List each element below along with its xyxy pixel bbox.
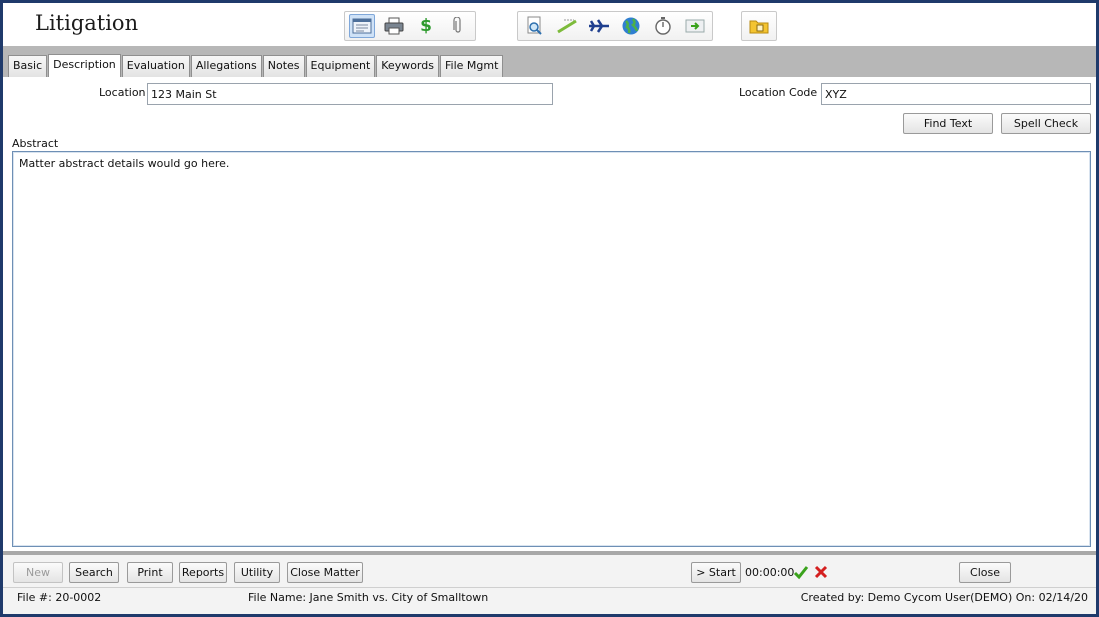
- check-icon[interactable]: [793, 564, 809, 583]
- globe-icon[interactable]: [618, 14, 644, 38]
- location-code-field[interactable]: [821, 83, 1091, 105]
- file-name: File Name: Jane Smith vs. City of Smallt…: [248, 591, 489, 604]
- toolbar-group-tools: [517, 11, 713, 41]
- pen-icon[interactable]: [554, 14, 580, 38]
- created-by: Created by: Demo Cycom User(DEMO) On: 02…: [800, 591, 1088, 604]
- dollar-icon[interactable]: $: [413, 14, 439, 38]
- location-field[interactable]: [147, 83, 553, 105]
- tab-description[interactable]: Description: [48, 54, 121, 77]
- abstract-textarea[interactable]: Matter abstract details would go here.: [12, 151, 1091, 547]
- tab-file-mgmt[interactable]: File Mgmt: [439, 55, 504, 77]
- tab-basic[interactable]: Basic: [8, 55, 48, 77]
- tab-keywords[interactable]: Keywords: [376, 55, 439, 77]
- tab-allegations[interactable]: Allegations: [190, 55, 262, 77]
- action-bar: New Search Print Reports Utility Close M…: [3, 551, 1096, 587]
- app-window: Litigation $ Basic Description Evaluatio…: [0, 0, 1099, 617]
- tabs: Basic Description Evaluation Allegations…: [8, 54, 504, 77]
- close-matter-button[interactable]: Close Matter: [287, 562, 363, 583]
- tab-notes[interactable]: Notes: [262, 55, 305, 77]
- location-code-label: Location Code: [739, 86, 818, 99]
- file-number: File #: 20-0002: [17, 591, 102, 604]
- utility-button[interactable]: Utility: [234, 562, 280, 583]
- document-search-icon[interactable]: [522, 14, 548, 38]
- paperclip-icon[interactable]: [445, 14, 471, 38]
- timer-display: 00:00:00: [745, 566, 795, 579]
- new-button[interactable]: New: [13, 562, 63, 583]
- folder-lock-icon[interactable]: [746, 14, 772, 38]
- header: Litigation $: [3, 3, 1096, 45]
- close-button[interactable]: Close: [959, 562, 1011, 583]
- abstract-text: Matter abstract details would go here.: [19, 157, 230, 170]
- airplane-icon[interactable]: [586, 14, 612, 38]
- app-title: Litigation: [35, 11, 139, 35]
- print-button[interactable]: Print: [127, 562, 173, 583]
- cancel-x-icon[interactable]: [813, 564, 829, 583]
- status-bar: File #: 20-0002 File Name: Jane Smith vs…: [3, 587, 1096, 614]
- toolbar-group-secure: [741, 11, 777, 41]
- find-text-button[interactable]: Find Text: [903, 113, 993, 134]
- reports-button[interactable]: Reports: [179, 562, 227, 583]
- toolbar-group-main: $: [344, 11, 476, 41]
- tab-evaluation[interactable]: Evaluation: [121, 55, 190, 77]
- search-button[interactable]: Search: [69, 562, 119, 583]
- tab-equipment[interactable]: Equipment: [305, 55, 376, 77]
- export-icon[interactable]: [682, 14, 708, 38]
- description-panel: Location Location Code Find Text Spell C…: [3, 77, 1096, 549]
- stopwatch-icon[interactable]: [650, 14, 676, 38]
- form-view-icon[interactable]: [349, 14, 375, 38]
- location-label: Location: [99, 86, 146, 99]
- start-timer-button[interactable]: > Start: [691, 562, 741, 583]
- abstract-label: Abstract: [12, 137, 59, 150]
- tab-bar: Basic Description Evaluation Allegations…: [3, 46, 1096, 77]
- spell-check-button[interactable]: Spell Check: [1001, 113, 1091, 134]
- printer-icon[interactable]: [381, 14, 407, 38]
